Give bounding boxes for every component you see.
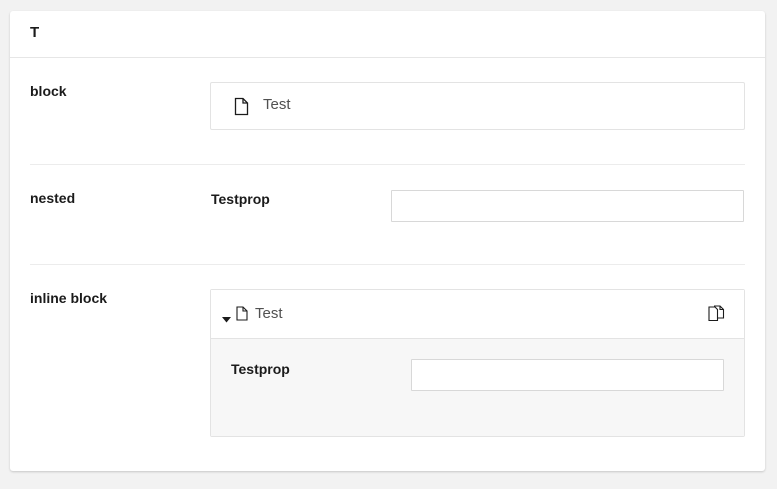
inline-block-header[interactable]: Test — [211, 290, 744, 339]
document-icon — [236, 306, 248, 326]
caret-down-icon[interactable] — [222, 310, 231, 328]
row-nested: nested Testprop — [30, 165, 745, 265]
inline-block-name: Test — [255, 305, 283, 322]
inline-block-body: Testprop — [211, 339, 744, 436]
properties-panel: T block Test nested Testprop inline bloc… — [10, 11, 765, 471]
prop-label-testprop: Testprop — [211, 191, 270, 207]
document-icon — [234, 97, 249, 121]
block-reference-card[interactable]: Test — [210, 82, 745, 130]
inline-prop-label-testprop: Testprop — [231, 361, 290, 377]
panel-header: T — [10, 11, 765, 58]
copy-icon[interactable] — [708, 305, 725, 327]
row-label-inline-block: inline block — [30, 290, 108, 306]
row-label-block: block — [30, 83, 67, 99]
row-block: block Test — [30, 58, 745, 165]
inline-block-card: Test Testprop — [210, 289, 745, 437]
testprop-input[interactable] — [391, 190, 744, 222]
panel-title: T — [30, 24, 40, 41]
inline-testprop-input[interactable] — [411, 359, 724, 391]
row-label-nested: nested — [30, 190, 76, 206]
block-name: Test — [263, 96, 291, 113]
row-inline-block: inline block Test Testprop — [30, 265, 745, 470]
